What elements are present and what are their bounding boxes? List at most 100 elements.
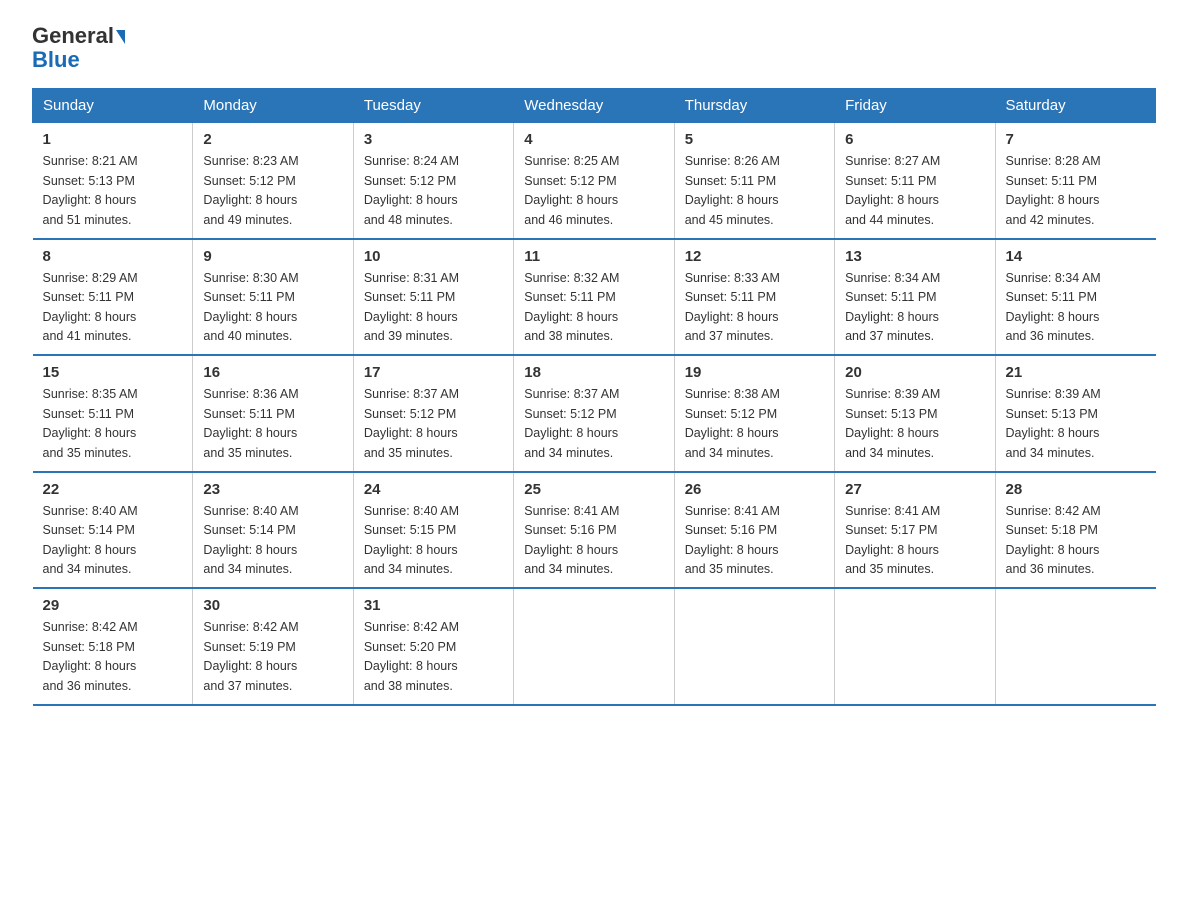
day-number: 10 [364, 248, 503, 265]
day-info: Sunrise: 8:34 AMSunset: 5:11 PMDaylight:… [1006, 269, 1146, 347]
calendar-cell: 25 Sunrise: 8:41 AMSunset: 5:16 PMDayligh… [514, 472, 674, 589]
calendar-cell: 9 Sunrise: 8:30 AMSunset: 5:11 PMDaylight… [193, 239, 353, 356]
day-number: 16 [203, 364, 342, 381]
calendar-cell: 18Sunrise: 8:37 AMSunset: 5:12 PMDayligh… [514, 355, 674, 472]
calendar-week-row: 15 Sunrise: 8:35 AMSunset: 5:11 PMDayligh… [33, 355, 1156, 472]
calendar-cell: 12 Sunrise: 8:33 AMSunset: 5:11 PMDayligh… [674, 239, 834, 356]
calendar-cell [995, 588, 1155, 705]
day-number: 21 [1006, 364, 1146, 381]
day-number: 4 [524, 131, 663, 148]
day-info: Sunrise: 8:28 AMSunset: 5:11 PMDaylight:… [1006, 152, 1146, 230]
calendar-cell: 17 Sunrise: 8:37 AMSunset: 5:12 PMDayligh… [353, 355, 513, 472]
day-info: Sunrise: 8:24 AMSunset: 5:12 PMDaylight:… [364, 152, 503, 230]
day-info: Sunrise: 8:42 AMSunset: 5:18 PMDaylight:… [43, 618, 183, 696]
day-number: 15 [43, 364, 183, 381]
day-number: 22 [43, 481, 183, 498]
header-tuesday: Tuesday [353, 89, 513, 123]
calendar-cell: 4Sunrise: 8:25 AMSunset: 5:12 PMDaylight… [514, 123, 674, 239]
day-number: 11 [524, 248, 663, 265]
day-number: 5 [685, 131, 824, 148]
day-number: 12 [685, 248, 824, 265]
day-info: Sunrise: 8:39 AMSunset: 5:13 PMDaylight:… [845, 385, 984, 463]
day-info: Sunrise: 8:42 AMSunset: 5:19 PMDaylight:… [203, 618, 342, 696]
day-number: 6 [845, 131, 984, 148]
calendar-cell: 31 Sunrise: 8:42 AMSunset: 5:20 PMDayligh… [353, 588, 513, 705]
calendar-cell: 28 Sunrise: 8:42 AMSunset: 5:18 PMDayligh… [995, 472, 1155, 589]
day-info: Sunrise: 8:40 AMSunset: 5:14 PMDaylight:… [203, 502, 342, 580]
header-friday: Friday [835, 89, 995, 123]
calendar-header-row: SundayMondayTuesdayWednesdayThursdayFrid… [33, 89, 1156, 123]
day-info: Sunrise: 8:42 AMSunset: 5:18 PMDaylight:… [1006, 502, 1146, 580]
calendar-cell: 27Sunrise: 8:41 AMSunset: 5:17 PMDayligh… [835, 472, 995, 589]
day-number: 23 [203, 481, 342, 498]
calendar-cell: 13 Sunrise: 8:34 AMSunset: 5:11 PMDayligh… [835, 239, 995, 356]
calendar-cell: 3 Sunrise: 8:24 AMSunset: 5:12 PMDaylight… [353, 123, 513, 239]
calendar-cell: 29Sunrise: 8:42 AMSunset: 5:18 PMDayligh… [33, 588, 193, 705]
header-thursday: Thursday [674, 89, 834, 123]
day-number: 13 [845, 248, 984, 265]
day-info: Sunrise: 8:37 AMSunset: 5:12 PMDaylight:… [364, 385, 503, 463]
header-monday: Monday [193, 89, 353, 123]
day-number: 9 [203, 248, 342, 265]
day-info: Sunrise: 8:41 AMSunset: 5:16 PMDaylight:… [685, 502, 824, 580]
day-number: 25 [524, 481, 663, 498]
day-info: Sunrise: 8:35 AMSunset: 5:11 PMDaylight:… [43, 385, 183, 463]
calendar-cell: 11 Sunrise: 8:32 AMSunset: 5:11 PMDayligh… [514, 239, 674, 356]
day-info: Sunrise: 8:23 AMSunset: 5:12 PMDaylight:… [203, 152, 342, 230]
day-info: Sunrise: 8:27 AMSunset: 5:11 PMDaylight:… [845, 152, 984, 230]
header-saturday: Saturday [995, 89, 1155, 123]
calendar-cell: 22Sunrise: 8:40 AMSunset: 5:14 PMDayligh… [33, 472, 193, 589]
day-number: 20 [845, 364, 984, 381]
calendar-cell: 8Sunrise: 8:29 AMSunset: 5:11 PMDaylight… [33, 239, 193, 356]
calendar-cell: 10 Sunrise: 8:31 AMSunset: 5:11 PMDayligh… [353, 239, 513, 356]
header-wednesday: Wednesday [514, 89, 674, 123]
day-info: Sunrise: 8:26 AMSunset: 5:11 PMDaylight:… [685, 152, 824, 230]
calendar-cell: 21 Sunrise: 8:39 AMSunset: 5:13 PMDayligh… [995, 355, 1155, 472]
calendar-cell: 30Sunrise: 8:42 AMSunset: 5:19 PMDayligh… [193, 588, 353, 705]
calendar-cell: 15 Sunrise: 8:35 AMSunset: 5:11 PMDayligh… [33, 355, 193, 472]
calendar-cell: 23 Sunrise: 8:40 AMSunset: 5:14 PMDayligh… [193, 472, 353, 589]
day-number: 8 [43, 248, 183, 265]
calendar-cell: 20 Sunrise: 8:39 AMSunset: 5:13 PMDayligh… [835, 355, 995, 472]
day-info: Sunrise: 8:34 AMSunset: 5:11 PMDaylight:… [845, 269, 984, 347]
day-info: Sunrise: 8:36 AMSunset: 5:11 PMDaylight:… [203, 385, 342, 463]
logo-general-text: General [32, 23, 114, 48]
day-info: Sunrise: 8:39 AMSunset: 5:13 PMDaylight:… [1006, 385, 1146, 463]
day-number: 2 [203, 131, 342, 148]
day-info: Sunrise: 8:32 AMSunset: 5:11 PMDaylight:… [524, 269, 663, 347]
calendar-cell [514, 588, 674, 705]
page-header: General Blue [32, 24, 1156, 72]
calendar-table: SundayMondayTuesdayWednesdayThursdayFrid… [32, 88, 1156, 706]
calendar-week-row: 22 Sunrise: 8:40 AMSunset: 5:14 PMDayligh… [33, 472, 1156, 589]
calendar-cell: 26 Sunrise: 8:41 AMSunset: 5:16 PMDayligh… [674, 472, 834, 589]
logo-triangle-icon [116, 30, 125, 44]
day-number: 3 [364, 131, 503, 148]
day-info: Sunrise: 8:30 AMSunset: 5:11 PMDaylight:… [203, 269, 342, 347]
day-info: Sunrise: 8:38 AMSunset: 5:12 PMDaylight:… [685, 385, 824, 463]
day-number: 31 [364, 597, 503, 614]
day-info: Sunrise: 8:41 AMSunset: 5:16 PMDaylight:… [524, 502, 663, 580]
day-info: Sunrise: 8:41 AMSunset: 5:17 PMDaylight:… [845, 502, 984, 580]
day-number: 14 [1006, 248, 1146, 265]
calendar-cell [674, 588, 834, 705]
day-number: 24 [364, 481, 503, 498]
calendar-cell: 6 Sunrise: 8:27 AMSunset: 5:11 PMDaylight… [835, 123, 995, 239]
header-sunday: Sunday [33, 89, 193, 123]
logo-blue-text: Blue [32, 48, 125, 72]
day-number: 18 [524, 364, 663, 381]
day-number: 1 [43, 131, 183, 148]
calendar-cell [835, 588, 995, 705]
calendar-cell: 5 Sunrise: 8:26 AMSunset: 5:11 PMDaylight… [674, 123, 834, 239]
calendar-cell: 16 Sunrise: 8:36 AMSunset: 5:11 PMDayligh… [193, 355, 353, 472]
day-number: 19 [685, 364, 824, 381]
day-number: 26 [685, 481, 824, 498]
day-number: 17 [364, 364, 503, 381]
day-info: Sunrise: 8:31 AMSunset: 5:11 PMDaylight:… [364, 269, 503, 347]
day-info: Sunrise: 8:21 AMSunset: 5:13 PMDaylight:… [43, 152, 183, 230]
day-info: Sunrise: 8:42 AMSunset: 5:20 PMDaylight:… [364, 618, 503, 696]
calendar-cell: 2 Sunrise: 8:23 AMSunset: 5:12 PMDaylight… [193, 123, 353, 239]
day-info: Sunrise: 8:33 AMSunset: 5:11 PMDaylight:… [685, 269, 824, 347]
day-number: 28 [1006, 481, 1146, 498]
day-number: 7 [1006, 131, 1146, 148]
calendar-cell: 19 Sunrise: 8:38 AMSunset: 5:12 PMDayligh… [674, 355, 834, 472]
